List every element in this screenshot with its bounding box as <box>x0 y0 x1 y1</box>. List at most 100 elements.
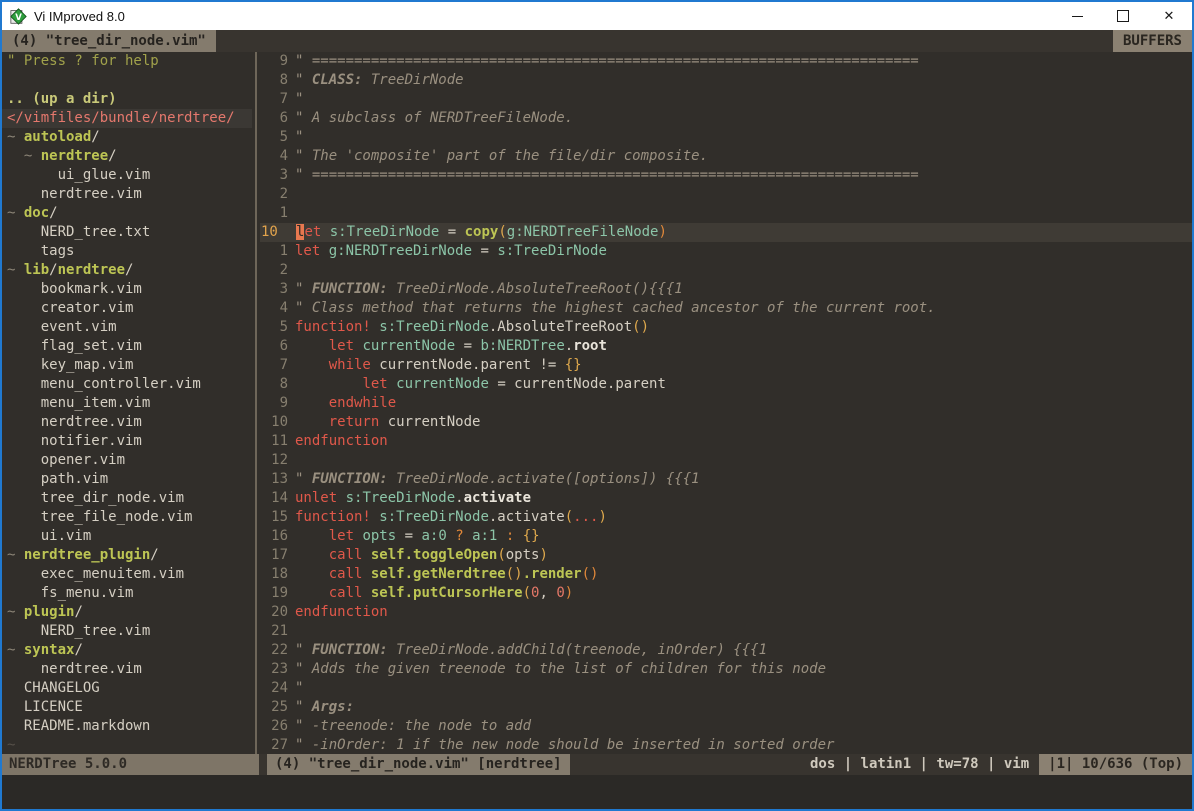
tree-root-item[interactable]: </vimfiles/bundle/nerdtree/ <box>2 109 252 128</box>
line-number: 8 <box>260 375 295 394</box>
tree-item[interactable]: fs_menu.vim <box>2 584 252 603</box>
tree-item[interactable]: tags <box>2 242 252 261</box>
tree-item[interactable]: ui.vim <box>2 527 252 546</box>
buffers-label[interactable]: BUFFERS <box>1113 30 1192 52</box>
text-segment: = currentNode.parent <box>489 376 666 392</box>
text-segment: opener.vim <box>7 452 125 468</box>
code-line[interactable]: 3" =====================================… <box>260 166 1192 185</box>
tree-item[interactable]: " Press ? for help <box>2 52 252 71</box>
tree-item[interactable]: creator.vim <box>2 299 252 318</box>
tab-tree-dir-node[interactable]: (4) "tree_dir_node.vim" <box>2 30 216 52</box>
code-text: endwhile <box>295 394 396 413</box>
tree-item[interactable]: .. (up a dir) <box>2 90 252 109</box>
code-line[interactable]: 2 <box>260 185 1192 204</box>
code-line[interactable]: 11endfunction <box>260 432 1192 451</box>
tree-item[interactable]: ~ autoload/ <box>2 128 252 147</box>
titlebar[interactable]: V Vi IMproved 8.0 ✕ <box>2 2 1192 30</box>
tree-item[interactable]: key_map.vim <box>2 356 252 375</box>
tree-item[interactable]: bookmark.vim <box>2 280 252 299</box>
tree-item[interactable]: README.markdown <box>2 717 252 736</box>
code-line[interactable]: 24" <box>260 679 1192 698</box>
text-segment: call <box>329 585 363 601</box>
tree-item[interactable]: ~ <box>2 736 252 754</box>
code-line[interactable]: 18 call self.getNerdtree().render() <box>260 565 1192 584</box>
window-separator[interactable] <box>252 52 260 754</box>
code-line[interactable]: 21 <box>260 622 1192 641</box>
code-line[interactable]: 6 let currentNode = b:NERDTree.root <box>260 337 1192 356</box>
code-line[interactable]: 5" <box>260 128 1192 147</box>
code-line[interactable]: 9" =====================================… <box>260 52 1192 71</box>
tree-item[interactable]: ~ nerdtree_plugin/ <box>2 546 252 565</box>
tree-item[interactable]: tree_file_node.vim <box>2 508 252 527</box>
code-line[interactable]: 1 <box>260 204 1192 223</box>
tree-item[interactable]: exec_menuitem.vim <box>2 565 252 584</box>
code-line[interactable]: 16 let opts = a:0 ? a:1 : {} <box>260 527 1192 546</box>
code-line[interactable]: 23" Adds the given treenode to the list … <box>260 660 1192 679</box>
code-line[interactable]: 9 endwhile <box>260 394 1192 413</box>
tree-item[interactable]: NERD_tree.vim <box>2 622 252 641</box>
tree-item[interactable]: CHANGELOG <box>2 679 252 698</box>
code-line[interactable]: 2 <box>260 261 1192 280</box>
tree-item[interactable]: nerdtree.vim <box>2 660 252 679</box>
tree-item[interactable]: notifier.vim <box>2 432 252 451</box>
tree-item[interactable]: ~ doc/ <box>2 204 252 223</box>
command-line[interactable] <box>2 775 1192 809</box>
code-line[interactable]: 15function! s:TreeDirNode.activate(...) <box>260 508 1192 527</box>
tree-item[interactable]: ~ plugin/ <box>2 603 252 622</box>
text-segment: g:NERDTreeFileNode <box>507 224 659 240</box>
code-line[interactable]: 8" CLASS: TreeDirNode <box>260 71 1192 90</box>
code-line[interactable]: 19 call self.putCursorHere(0, 0) <box>260 584 1192 603</box>
code-line[interactable]: 14unlet s:TreeDirNode.activate <box>260 489 1192 508</box>
code-line[interactable]: 22" FUNCTION: TreeDirNode.addChild(treen… <box>260 641 1192 660</box>
code-line[interactable]: 7" <box>260 90 1192 109</box>
code-text: " <box>295 90 303 109</box>
code-text: let s:TreeDirNode = copy(g:NERDTreeFileN… <box>296 223 667 242</box>
code-line[interactable]: 1let g:NERDTreeDirNode = s:TreeDirNode <box>260 242 1192 261</box>
tree-item[interactable]: tree_dir_node.vim <box>2 489 252 508</box>
code-line[interactable]: 8 let currentNode = currentNode.parent <box>260 375 1192 394</box>
code-line[interactable]: 5function! s:TreeDirNode.AbsoluteTreeRoo… <box>260 318 1192 337</box>
text-segment: endfunction <box>295 604 388 620</box>
text-segment: TreeDirNode.addChild(treenode, inOrder) … <box>388 642 767 658</box>
line-number: 9 <box>260 394 295 413</box>
tree-item[interactable]: LICENCE <box>2 698 252 717</box>
code-line[interactable]: 10 return currentNode <box>260 413 1192 432</box>
code-line[interactable]: 13" FUNCTION: TreeDirNode.activate([opti… <box>260 470 1192 489</box>
tree-item[interactable]: menu_controller.vim <box>2 375 252 394</box>
tree-item[interactable]: ~ syntax/ <box>2 641 252 660</box>
minimize-button[interactable] <box>1054 2 1100 30</box>
code-line[interactable]: 17 call self.toggleOpen(opts) <box>260 546 1192 565</box>
text-segment: {} <box>523 528 540 544</box>
code-text: function! s:TreeDirNode.activate(...) <box>295 508 607 527</box>
code-line[interactable]: 27" -inOrder: 1 if the new node should b… <box>260 736 1192 754</box>
code-line[interactable]: 12 <box>260 451 1192 470</box>
text-segment <box>362 566 370 582</box>
maximize-button[interactable] <box>1100 2 1146 30</box>
code-line[interactable]: 3" FUNCTION: TreeDirNode.AbsoluteTreeRoo… <box>260 280 1192 299</box>
code-line-current[interactable]: 10let s:TreeDirNode = copy(g:NERDTreeFil… <box>260 223 1192 242</box>
code-text: let currentNode = currentNode.parent <box>295 375 666 394</box>
code-line[interactable]: 4" The 'composite' part of the file/dir … <box>260 147 1192 166</box>
code-line[interactable]: 25" Args: <box>260 698 1192 717</box>
code-line[interactable]: 26" -treenode: the node to add <box>260 717 1192 736</box>
tree-item[interactable]: NERD_tree.txt <box>2 223 252 242</box>
code-line[interactable]: 4" Class method that returns the highest… <box>260 299 1192 318</box>
tree-item[interactable]: nerdtree.vim <box>2 413 252 432</box>
text-segment: 0 <box>556 585 564 601</box>
tree-item[interactable]: path.vim <box>2 470 252 489</box>
code-line[interactable]: 6" A subclass of NERDTreeFileNode. <box>260 109 1192 128</box>
tree-item[interactable]: ui_glue.vim <box>2 166 252 185</box>
tree-item[interactable]: flag_set.vim <box>2 337 252 356</box>
tree-item[interactable]: nerdtree.vim <box>2 185 252 204</box>
tree-item[interactable]: menu_item.vim <box>2 394 252 413</box>
tree-item[interactable]: ~ lib/nerdtree/ <box>2 261 252 280</box>
close-button[interactable]: ✕ <box>1146 2 1192 30</box>
code-line[interactable]: 7 while currentNode.parent != {} <box>260 356 1192 375</box>
tree-item[interactable]: event.vim <box>2 318 252 337</box>
code-line[interactable]: 20endfunction <box>260 603 1192 622</box>
text-segment: " <box>295 72 312 88</box>
tree-item[interactable]: opener.vim <box>2 451 252 470</box>
tree-item[interactable]: ~ nerdtree/ <box>2 147 252 166</box>
text-segment: () <box>506 566 523 582</box>
text-segment <box>337 490 345 506</box>
